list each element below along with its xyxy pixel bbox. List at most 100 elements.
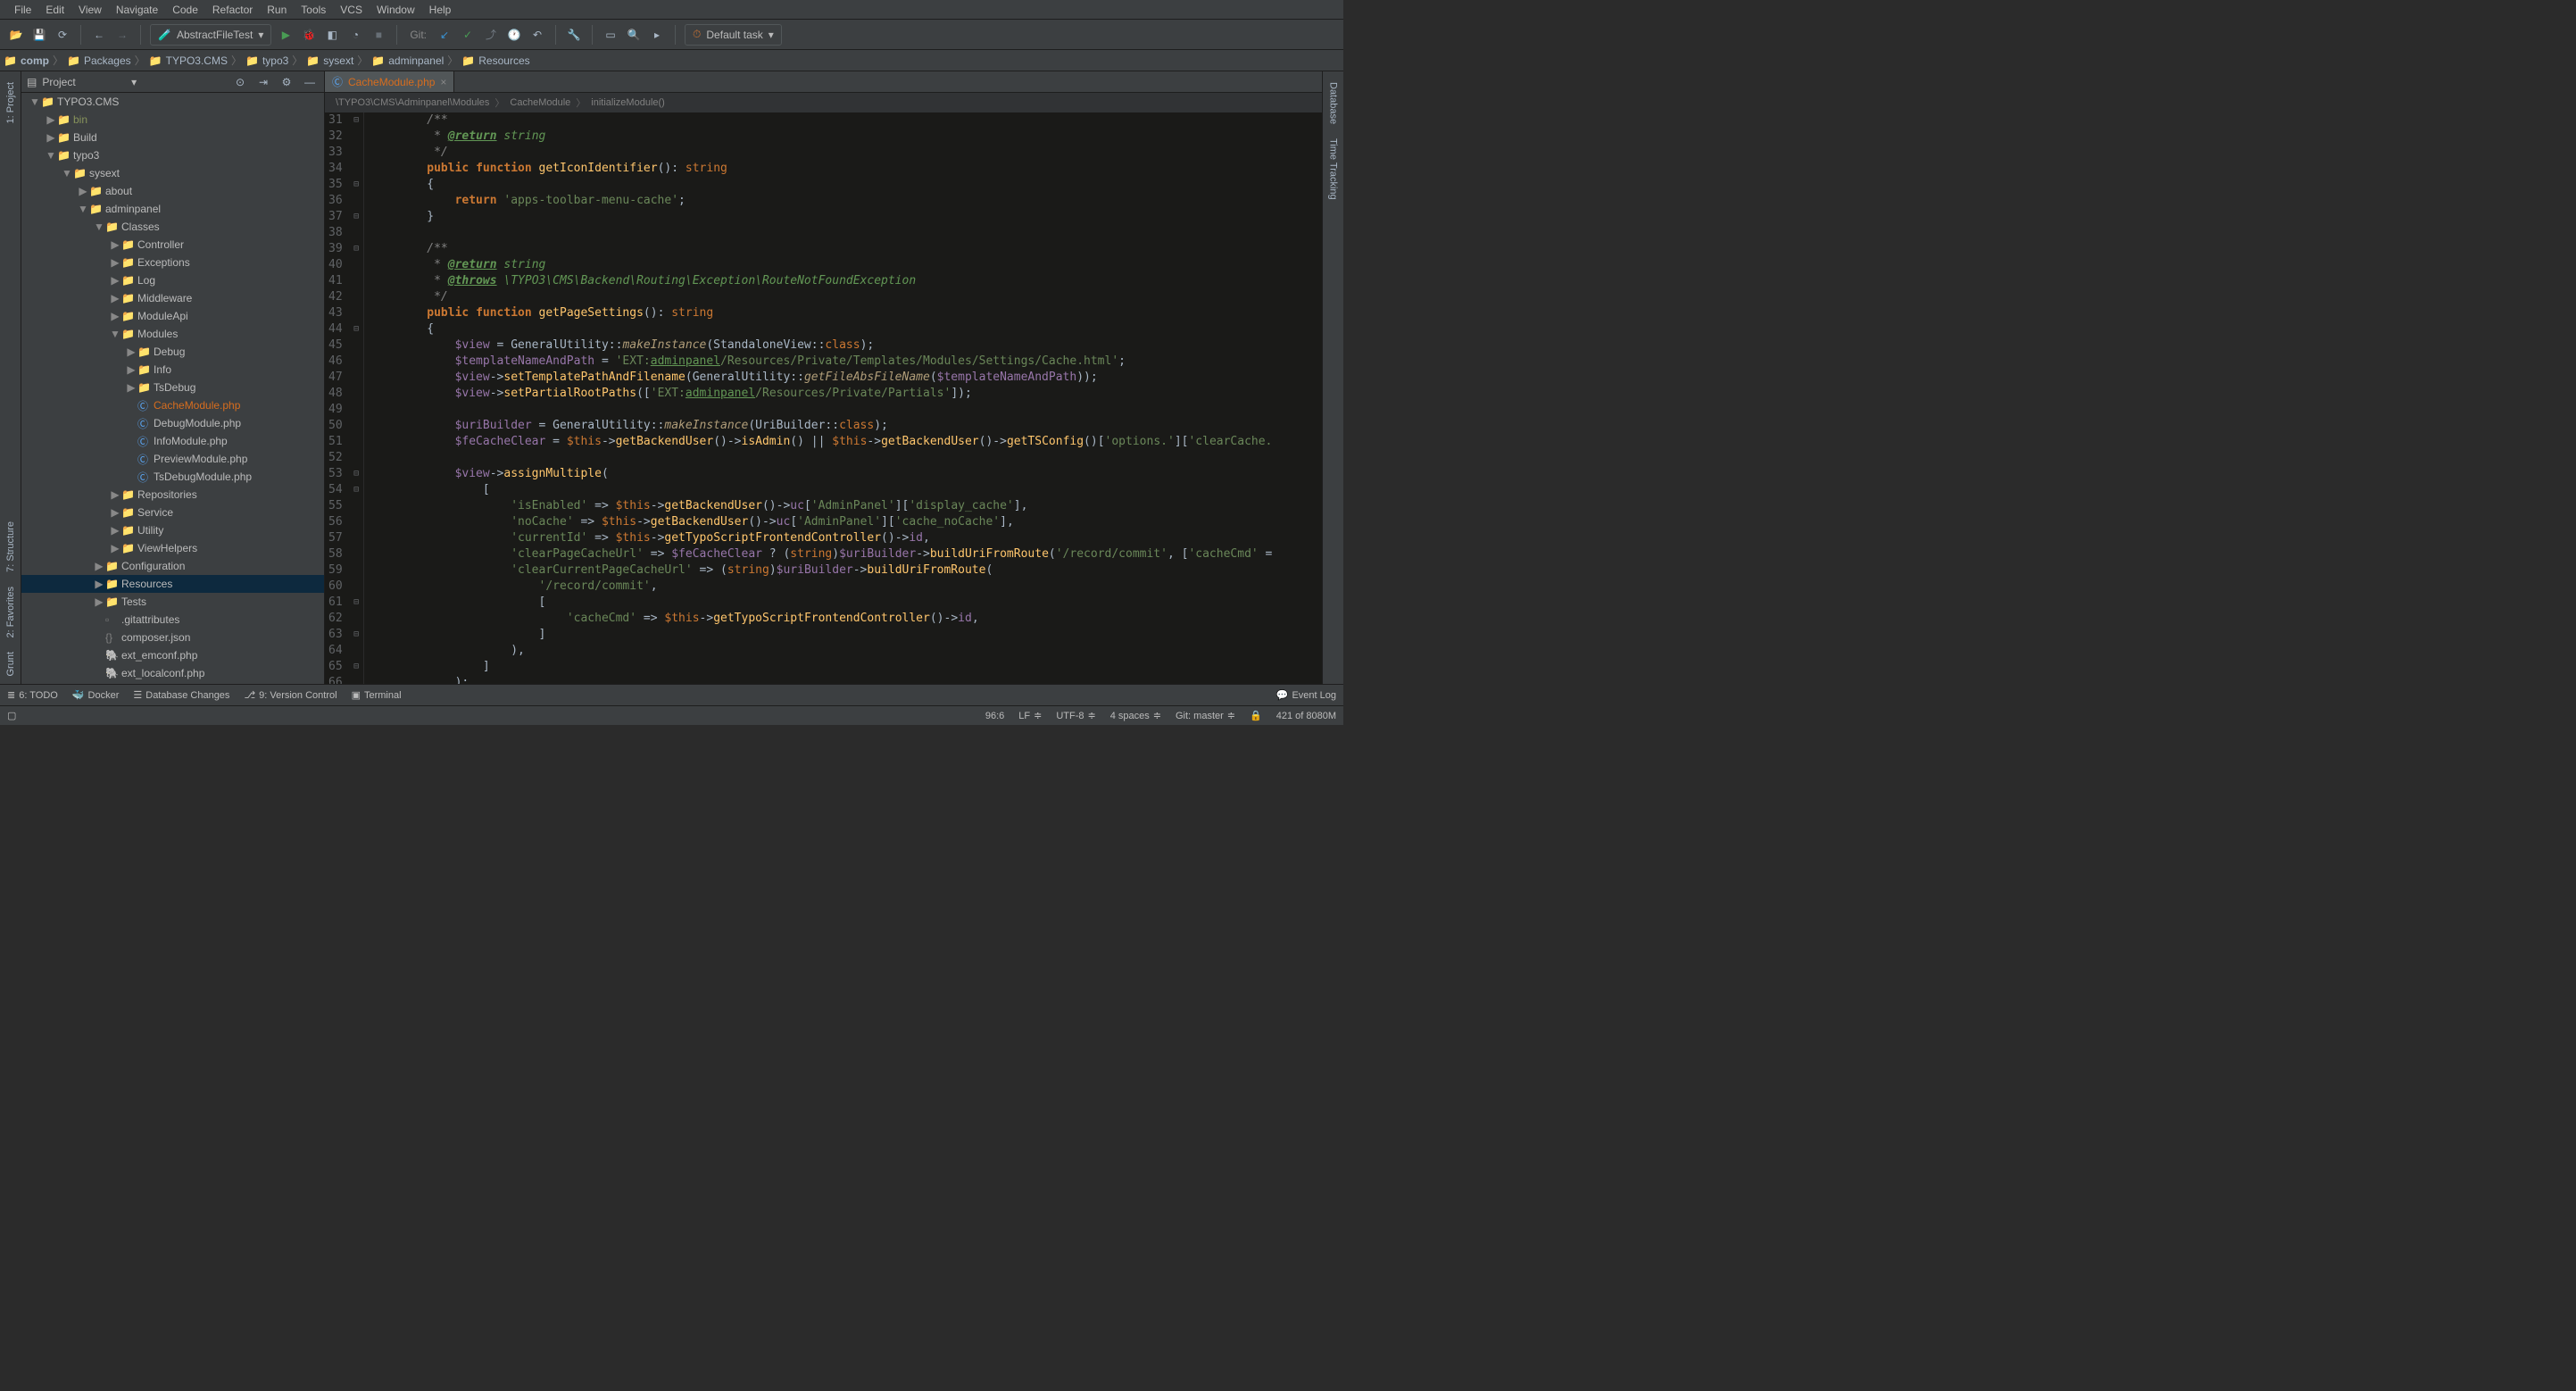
chevron-icon[interactable]: ▼ [93, 221, 105, 233]
chevron-icon[interactable]: ▶ [109, 310, 121, 322]
tree-node[interactable]: ▼📁Modules [21, 325, 324, 343]
bottom-vc[interactable]: ⎇9: Version Control [244, 689, 337, 701]
tree-node[interactable]: ▶📁Tests [21, 593, 324, 611]
tree-node[interactable]: ▶📁Info [21, 361, 324, 379]
paste-icon[interactable]: ▭ [602, 26, 619, 44]
locate-icon[interactable]: ⊙ [231, 73, 249, 91]
refresh-icon[interactable]: ⟳ [54, 26, 71, 44]
tree-node[interactable]: ⒸCacheModule.php [21, 396, 324, 414]
tree-node[interactable]: ▼📁Classes [21, 218, 324, 236]
menu-view[interactable]: View [71, 4, 109, 16]
project-tree[interactable]: ▼📁TYPO3.CMS▶📁bin▶📁Build▼📁typo3▼📁sysext▶📁… [21, 93, 324, 684]
tree-node[interactable]: ▶📁bin [21, 111, 324, 129]
menu-navigate[interactable]: Navigate [109, 4, 165, 16]
forward-icon[interactable]: → [113, 26, 131, 44]
chevron-icon[interactable]: ▶ [109, 524, 121, 537]
crumb-adminpanel[interactable]: 📁adminpanel [371, 54, 444, 67]
chevron-icon[interactable]: ▼ [61, 167, 73, 179]
fold-toggle[interactable]: ⊟ [350, 595, 363, 611]
chevron-icon[interactable]: ▶ [77, 185, 89, 197]
crumb-resources[interactable]: 📁Resources [461, 54, 529, 67]
run-config-selector[interactable]: 🧪 AbstractFileTest ▾ [150, 24, 271, 46]
menu-run[interactable]: Run [260, 4, 294, 16]
chevron-icon[interactable]: ▶ [109, 238, 121, 251]
tree-node[interactable]: ▶📁Middleware [21, 289, 324, 307]
run-icon[interactable]: ▶ [277, 26, 295, 44]
fold-toggle[interactable]: ⊟ [350, 321, 363, 337]
status-encoding[interactable]: UTF-8≑ [1056, 710, 1095, 721]
tree-node[interactable]: ▶📁Controller [21, 236, 324, 254]
tree-node[interactable]: 🐘ext_localconf.php [21, 664, 324, 682]
chevron-icon[interactable]: ▶ [125, 346, 137, 358]
debug-icon[interactable]: 🐞 [300, 26, 318, 44]
tree-node[interactable]: ▶📁Build [21, 129, 324, 146]
code-editor[interactable]: 313233343536373839404142I434445464748495… [325, 112, 1322, 684]
profile-icon[interactable]: ◔ [346, 26, 364, 44]
chevron-icon[interactable]: ▶ [93, 560, 105, 572]
bottom-eventlog[interactable]: 💬Event Log [1276, 689, 1336, 701]
status-indent[interactable]: 4 spaces≑ [1110, 710, 1161, 721]
chevron-icon[interactable]: ▶ [109, 506, 121, 519]
menu-file[interactable]: File [7, 4, 38, 16]
chevron-icon[interactable]: ▼ [77, 203, 89, 215]
chevron-down-icon[interactable]: ▾ [131, 76, 137, 88]
chevron-icon[interactable]: ▶ [93, 596, 105, 608]
search-icon[interactable]: 🔍 [625, 26, 643, 44]
bottom-db[interactable]: ☰Database Changes [133, 689, 229, 701]
fold-column[interactable]: ⊟⊟⊟⊟⊟⊟⊟⊟⊟⊟ [350, 112, 364, 684]
chevron-icon[interactable]: ▶ [109, 256, 121, 269]
bottom-todo[interactable]: ≣6: TODO [7, 689, 58, 701]
rail-structure[interactable]: 7: Structure [5, 514, 16, 579]
chevron-icon[interactable]: ▶ [93, 578, 105, 590]
menu-edit[interactable]: Edit [38, 4, 71, 16]
chevron-icon[interactable]: ▼ [45, 149, 57, 162]
chevron-icon[interactable]: ▶ [125, 363, 137, 376]
menu-vcs[interactable]: VCS [333, 4, 370, 16]
coverage-icon[interactable]: ◧ [323, 26, 341, 44]
fold-toggle[interactable]: ⊟ [350, 112, 363, 129]
git-commit-icon[interactable]: ✓ [459, 26, 477, 44]
crumb-typo3cms[interactable]: 📁TYPO3.CMS [149, 54, 228, 67]
rail-project[interactable]: 1: Project [5, 75, 16, 130]
settings-icon[interactable]: 🔧 [565, 26, 583, 44]
structure-icon[interactable]: ▸ [648, 26, 666, 44]
menu-refactor[interactable]: Refactor [205, 4, 260, 16]
rail-database[interactable]: Database [1328, 75, 1339, 131]
tree-node[interactable]: {}composer.json [21, 629, 324, 646]
fold-toggle[interactable]: ⊟ [350, 466, 363, 482]
tree-node[interactable]: ▶📁Exceptions [21, 254, 324, 271]
line-gutter[interactable]: 313233343536373839404142I434445464748495… [325, 112, 350, 684]
task-selector[interactable]: ⏱ Default task ▾ [685, 24, 782, 46]
tree-node[interactable]: ▶📁Repositories [21, 486, 324, 504]
crumb-typo3[interactable]: 📁typo3 [245, 54, 288, 67]
fold-toggle[interactable]: ⊟ [350, 209, 363, 225]
tree-node[interactable]: ▶📁Configuration [21, 557, 324, 575]
status-git[interactable]: Git: master≑ [1176, 710, 1235, 721]
git-revert-icon[interactable]: ↶ [528, 26, 546, 44]
tree-node[interactable]: ⒸInfoModule.php [21, 432, 324, 450]
fold-toggle[interactable]: ⊟ [350, 241, 363, 257]
tree-node[interactable]: ▶📁Service [21, 504, 324, 521]
menu-help[interactable]: Help [422, 4, 459, 16]
status-pos[interactable]: 96:6 [985, 711, 1004, 721]
crumb-sysext[interactable]: 📁sysext [306, 54, 353, 67]
crumb-packages[interactable]: 📁Packages [67, 54, 131, 67]
gear-icon[interactable]: ⚙ [278, 73, 295, 91]
path-namespace[interactable]: \TYPO3\CMS\Adminpanel\Modules [336, 97, 489, 108]
chevron-icon[interactable]: ▼ [29, 96, 41, 108]
status-line-ending[interactable]: LF≑ [1018, 710, 1042, 721]
bottom-terminal[interactable]: ▣Terminal [352, 689, 402, 701]
back-icon[interactable]: ← [90, 26, 108, 44]
tree-node[interactable]: 🐘ext_emconf.php [21, 646, 324, 664]
status-window-icon[interactable]: ▢ [7, 710, 16, 721]
minimize-icon[interactable]: — [301, 73, 319, 91]
chevron-icon[interactable]: ▶ [109, 274, 121, 287]
bottom-docker[interactable]: 🐳Docker [72, 689, 120, 701]
collapse-icon[interactable]: ⇥ [254, 73, 272, 91]
tree-node[interactable]: ▶📁Log [21, 271, 324, 289]
menu-code[interactable]: Code [165, 4, 205, 16]
stop-icon[interactable]: ■ [370, 26, 387, 44]
chevron-icon[interactable]: ▶ [45, 113, 57, 126]
chevron-icon[interactable]: ▶ [109, 542, 121, 554]
tree-node[interactable]: ⒸPreviewModule.php [21, 450, 324, 468]
